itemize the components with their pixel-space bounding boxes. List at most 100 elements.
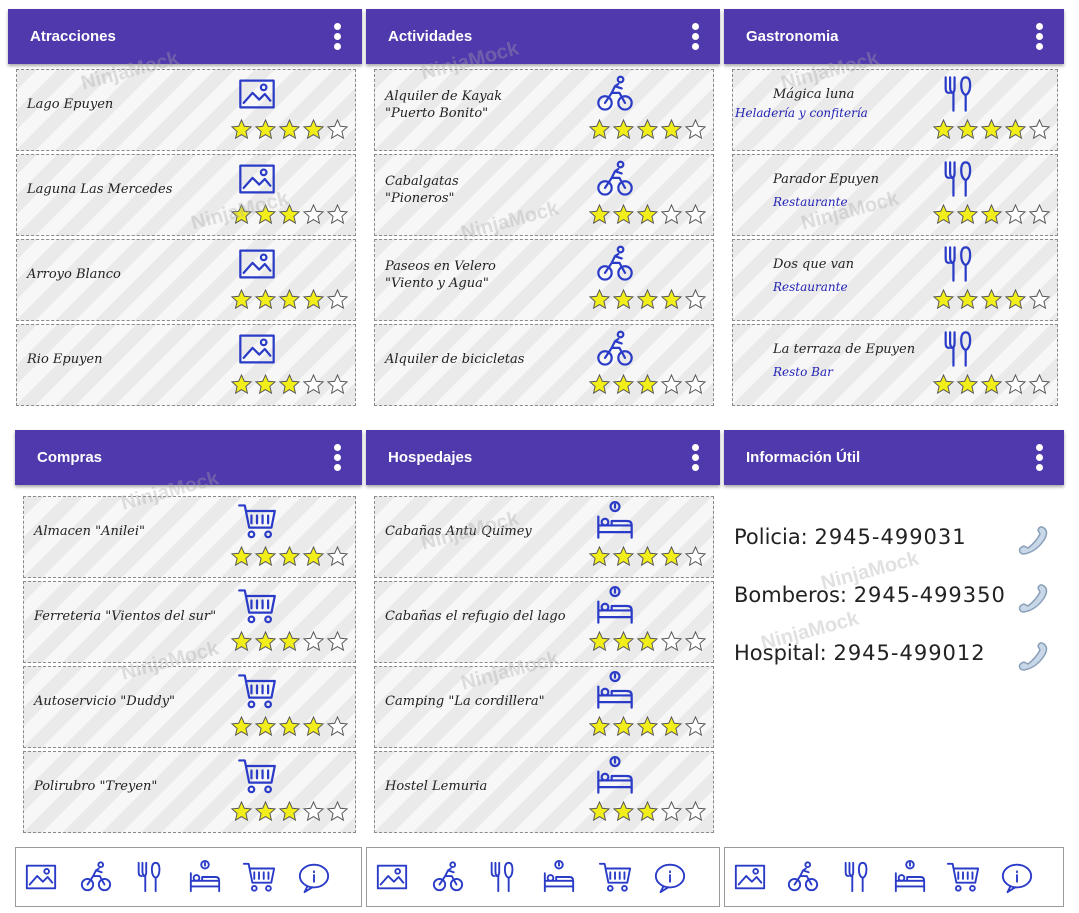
bike-icon[interactable]	[79, 860, 113, 899]
phone-entry[interactable]: Policia: 2945-499031	[734, 525, 967, 549]
info-icon[interactable]	[297, 860, 331, 899]
bed-icon[interactable]	[188, 860, 222, 899]
more-menu-icon[interactable]	[1036, 23, 1044, 51]
star-filled-icon	[612, 373, 635, 401]
star-filled-icon	[588, 373, 611, 401]
star-filled-icon	[956, 288, 979, 316]
item-name: La terraza de Epuyen	[773, 342, 916, 357]
more-menu-icon[interactable]	[692, 23, 700, 51]
star-filled-icon	[980, 288, 1003, 316]
rating-stars	[230, 630, 349, 658]
star-filled-icon	[588, 545, 611, 573]
star-filled-icon	[588, 715, 611, 743]
star-filled-icon	[278, 800, 301, 828]
star-filled-icon	[636, 118, 659, 146]
cart-icon[interactable]	[242, 860, 276, 899]
star-filled-icon	[230, 203, 253, 231]
rating-stars	[230, 800, 349, 828]
item-subtitle: Heladería y confitería	[735, 106, 868, 120]
star-empty-icon	[326, 630, 349, 658]
star-filled-icon	[612, 118, 635, 146]
image-icon[interactable]	[375, 860, 409, 899]
list-item[interactable]: Dos que van Restaurante	[732, 239, 1058, 321]
list-item[interactable]: Cabalgatas "Pioneros"	[374, 154, 714, 236]
item-name: Rio Epuyen	[27, 352, 103, 367]
bike-icon	[595, 159, 635, 204]
list-item[interactable]: Camping "La cordillera"	[374, 666, 714, 748]
more-menu-icon[interactable]	[692, 444, 700, 472]
cutlery-icon[interactable]	[840, 860, 874, 899]
star-empty-icon	[684, 203, 707, 231]
bed-icon[interactable]	[542, 860, 576, 899]
list-item[interactable]: Rio Epuyen	[16, 324, 356, 406]
more-menu-icon[interactable]	[334, 444, 342, 472]
phone-icon[interactable]	[1016, 526, 1050, 561]
list-item[interactable]: Arroyo Blanco	[16, 239, 356, 321]
phone-entry[interactable]: Bomberos: 2945-499350	[734, 583, 1006, 607]
list-item[interactable]: La terraza de Epuyen Resto Bar	[732, 324, 1058, 406]
star-empty-icon	[326, 288, 349, 316]
image-icon	[237, 329, 277, 374]
panel-2: Gastronomia Mágica luna Heladería y confit…	[724, 9, 1064, 409]
bike-icon[interactable]	[786, 860, 820, 899]
phone-icon[interactable]	[1016, 584, 1050, 619]
list-item[interactable]: Almacen "Anilei"	[23, 496, 356, 578]
image-icon[interactable]	[733, 860, 767, 899]
list-item[interactable]: Autoservicio "Duddy"	[23, 666, 356, 748]
rating-stars	[230, 118, 349, 146]
list-item[interactable]: Parador Epuyen Restaurante	[732, 154, 1058, 236]
star-filled-icon	[612, 288, 635, 316]
app-bar-title: Atracciones	[30, 28, 116, 45]
star-filled-icon	[230, 715, 253, 743]
list-item[interactable]: Cabañas Antu Quimey	[374, 496, 714, 578]
list-item[interactable]: Polirubro "Treyen"	[23, 751, 356, 833]
info-icon[interactable]	[1000, 860, 1034, 899]
image-icon[interactable]	[24, 860, 58, 899]
bed-icon[interactable]	[893, 860, 927, 899]
cart-icon[interactable]	[946, 860, 980, 899]
list-item[interactable]: Ferreteria "Vientos del sur"	[23, 581, 356, 663]
cart-icon	[237, 586, 277, 631]
star-filled-icon	[278, 545, 301, 573]
rating-stars	[588, 118, 707, 146]
bed-icon	[595, 586, 635, 631]
more-menu-icon[interactable]	[1036, 444, 1044, 472]
star-filled-icon	[636, 288, 659, 316]
rating-stars	[588, 630, 707, 658]
list-item[interactable]: Alquiler de bicicletas	[374, 324, 714, 406]
cart-icon[interactable]	[598, 860, 632, 899]
star-filled-icon	[636, 800, 659, 828]
star-filled-icon	[980, 118, 1003, 146]
bed-icon	[595, 671, 635, 716]
rating-stars	[230, 288, 349, 316]
list-item[interactable]: Paseos en Velero "Viento y Agua"	[374, 239, 714, 321]
more-menu-icon[interactable]	[334, 23, 342, 51]
star-empty-icon	[302, 630, 325, 658]
bottom-nav	[15, 847, 362, 907]
item-subtitle: Restaurante	[773, 195, 848, 209]
star-filled-icon	[956, 118, 979, 146]
list-item[interactable]: Hostel Lemuria	[374, 751, 714, 833]
cutlery-icon[interactable]	[133, 860, 167, 899]
star-empty-icon	[302, 373, 325, 401]
star-filled-icon	[588, 288, 611, 316]
list-item[interactable]: Mágica luna Heladería y confitería	[732, 69, 1058, 151]
phone-icon[interactable]	[1016, 642, 1050, 677]
list-item[interactable]: Lago Epuyen	[16, 69, 356, 151]
rating-stars	[588, 800, 707, 828]
star-empty-icon	[326, 545, 349, 573]
list-item[interactable]: Laguna Las Mercedes	[16, 154, 356, 236]
phone-entry[interactable]: Hospital: 2945-499012	[734, 641, 986, 665]
bike-icon[interactable]	[431, 860, 465, 899]
phone-label: Policia:	[734, 525, 808, 549]
star-filled-icon	[278, 715, 301, 743]
star-filled-icon	[278, 203, 301, 231]
phone-number: 2945-499012	[833, 641, 986, 665]
app-bar: Compras	[15, 430, 362, 485]
star-filled-icon	[302, 545, 325, 573]
phone-label: Hospital:	[734, 641, 827, 665]
cutlery-icon[interactable]	[486, 860, 520, 899]
list-item[interactable]: Alquiler de Kayak "Puerto Bonito"	[374, 69, 714, 151]
info-icon[interactable]	[653, 860, 687, 899]
list-item[interactable]: Cabañas el refugio del lago	[374, 581, 714, 663]
